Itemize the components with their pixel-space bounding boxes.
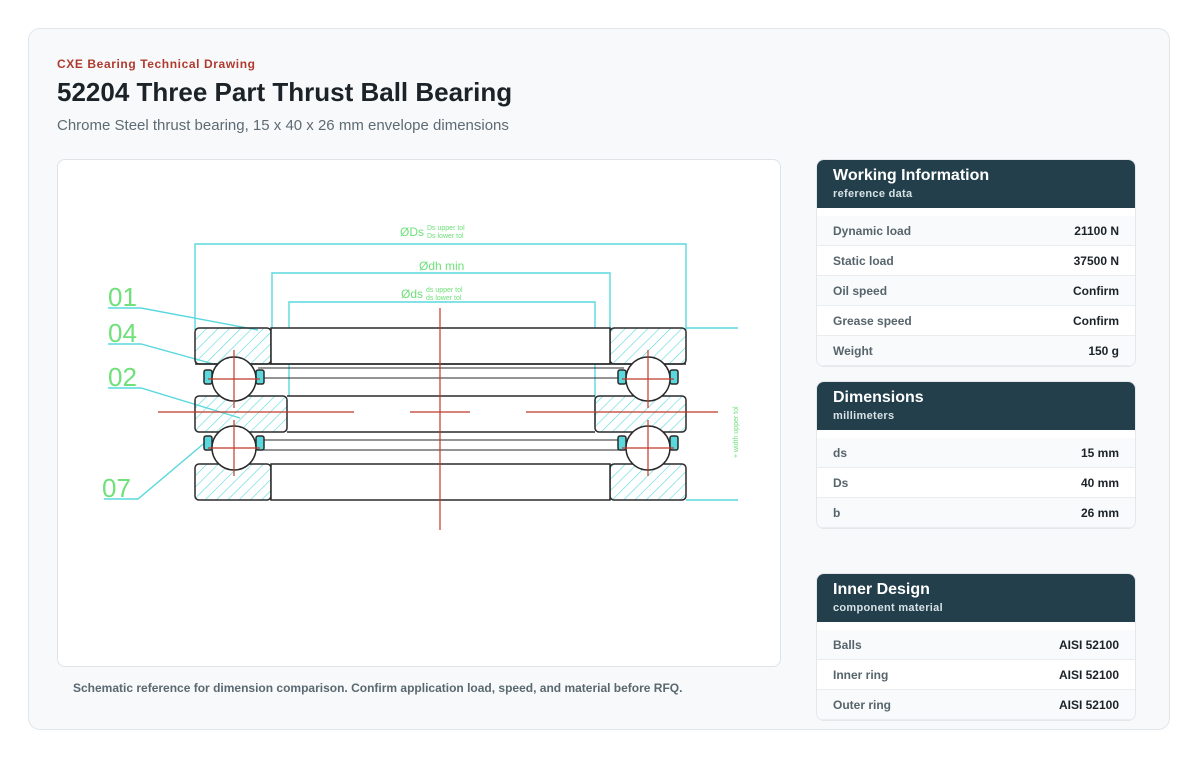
dim-Ds-upper: Ds upper tol [427, 225, 465, 232]
row-value: Confirm [1073, 283, 1119, 298]
page-subtitle: Chrome Steel thrust bearing, 15 x 40 x 2… [57, 117, 509, 134]
row-key: Inner ring [833, 667, 889, 682]
part-label-04: 04 [108, 318, 137, 348]
row-key: Grease speed [833, 313, 912, 328]
row-value: AISI 52100 [1058, 697, 1119, 712]
table-row: Ds 40 mm [817, 468, 1135, 498]
panel-header: Working Information reference data [817, 160, 1135, 208]
table-row: Oil speed Confirm [817, 276, 1135, 306]
row-value: 15 mm [1080, 445, 1119, 460]
dim-dh-label: Ødh min [419, 259, 464, 273]
panel-title: Inner Design [833, 581, 930, 598]
part-label-02: 02 [108, 362, 137, 392]
table-row: Dynamic load 21100 N [817, 216, 1135, 246]
dim-Ds-lower: Ds lower tol [427, 233, 464, 240]
row-value: 37500 N [1073, 253, 1119, 268]
row-key: Ds [833, 475, 849, 490]
panel-header: Inner Design component material [817, 574, 1135, 622]
dim-Ds-label: ØDs [400, 225, 424, 239]
drawing-caption: Schematic reference for dimension compar… [73, 681, 683, 695]
row-key: Balls [833, 637, 862, 652]
row-value: 40 mm [1080, 475, 1119, 490]
drawing-card: CXE Bearing Technical Drawing 52204 Thre… [28, 28, 1170, 730]
row-key: Dynamic load [833, 223, 912, 238]
panel-inner-design: Inner Design component material Balls AIS… [816, 573, 1136, 721]
panel-header: Dimensions millimeters [817, 382, 1135, 430]
table-row: Grease speed Confirm [817, 306, 1135, 336]
part-label-01: 01 [108, 282, 137, 312]
row-value: Confirm [1073, 313, 1119, 328]
panel-body: Dynamic load 21100 N Static load 37500 N O… [817, 208, 1135, 366]
row-key: ds [833, 445, 848, 460]
eyebrow-label: CXE Bearing Technical Drawing [57, 57, 256, 71]
panel-body: ds 15 mm Ds 40 mm b 26 mm [817, 430, 1135, 528]
table-row: ds 15 mm [817, 438, 1135, 468]
row-value: AISI 52100 [1058, 637, 1119, 652]
row-key: b [833, 505, 841, 520]
row-value: 150 g [1088, 343, 1119, 358]
panel-title: Working Information [833, 167, 990, 184]
panel-subtitle: component material [833, 602, 943, 614]
panel-body: Balls AISI 52100 Inner ring AISI 52100 Out… [817, 622, 1135, 720]
dim-ds-upper: ds upper tol [426, 287, 463, 294]
row-value: 21100 N [1074, 223, 1119, 238]
table-row: Outer ring AISI 52100 [817, 690, 1135, 720]
panel-title: Dimensions [833, 389, 924, 406]
table-row: Balls AISI 52100 [817, 630, 1135, 660]
row-key: Oil speed [833, 283, 888, 298]
table-row: Weight 150 g [817, 336, 1135, 366]
technical-drawing: ØDs Ds upper tol Ds lower tol Ødh min Ød… [57, 159, 781, 667]
row-value: 26 mm [1080, 505, 1119, 520]
panel-subtitle: millimeters [833, 410, 895, 422]
panel-working-information: Working Information reference data Dynam… [816, 159, 1136, 367]
row-key: Static load [833, 253, 894, 268]
part-label-07: 07 [102, 473, 131, 503]
row-key: Outer ring [833, 697, 892, 712]
row-value: AISI 52100 [1058, 667, 1119, 682]
width-tol-label: width upper tol [733, 406, 740, 453]
dim-ds-lower: ds lower tol [426, 295, 462, 302]
table-row: b 26 mm [817, 498, 1135, 528]
panel-dimensions: Dimensions millimeters ds 15 mm Ds 40 mm b… [816, 381, 1136, 529]
row-key: Weight [833, 343, 873, 358]
table-row: Inner ring AISI 52100 [817, 660, 1135, 690]
panel-subtitle: reference data [833, 188, 913, 200]
page-title: 52204 Three Part Thrust Ball Bearing [57, 77, 513, 107]
dim-ds-label: Øds [401, 287, 423, 301]
table-row: Static load 37500 N [817, 246, 1135, 276]
bearing-schematic: ØDs Ds upper tol Ds lower tol Ødh min Ød… [102, 225, 740, 530]
width-mark: + [733, 454, 740, 458]
